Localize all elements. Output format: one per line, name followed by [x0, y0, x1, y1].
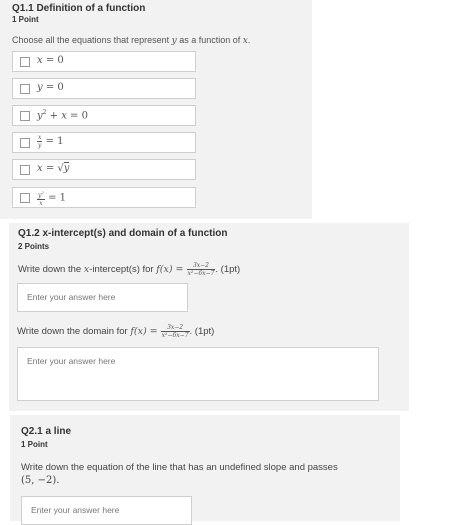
- option-x-equals-sqrt-y[interactable]: x = √y: [12, 159, 196, 180]
- function-expression: f(x) =: [156, 264, 187, 276]
- fraction-numerator: 3x−2: [186, 262, 216, 270]
- domain-answer-input[interactable]: Enter your answer here: [17, 347, 379, 401]
- x-intercept-answer-input[interactable]: Enter your answer here: [17, 283, 188, 312]
- option-y-squared-plus-x[interactable]: y2 + x = 0: [12, 105, 196, 126]
- checkbox[interactable]: [20, 111, 30, 121]
- option-label: x = 0: [37, 55, 64, 66]
- x-intercept-prompt: Write down the x-intercept(s) for f(x) =…: [18, 262, 240, 277]
- domain-prompt: Write down the domain for f(x) = 3x−2 x²−…: [17, 324, 214, 339]
- answer-placeholder: Enter your answer here: [27, 356, 116, 366]
- checkbox[interactable]: [20, 84, 30, 94]
- question-title: Q2.1 a line: [21, 426, 72, 437]
- checkbox[interactable]: [20, 57, 30, 67]
- option-y-squared-over-x[interactable]: y2 x = 1: [12, 187, 196, 208]
- line-prompt: Write down the equation of the line that…: [21, 462, 338, 473]
- question-title: Q1.1 Definition of a function: [12, 3, 146, 14]
- fraction-denominator: x²−6x−7: [187, 270, 215, 277]
- fraction-numerator: 3x−2: [160, 324, 190, 332]
- question-1-2-card: Q1.2 x-intercept(s) and domain of a func…: [9, 223, 409, 411]
- question-points: 1 Point: [21, 440, 48, 449]
- answer-placeholder: Enter your answer here: [27, 292, 116, 302]
- question-1-1-card: Q1.1 Definition of a function 1 Point Ch…: [0, 0, 312, 219]
- checkbox[interactable]: [20, 193, 30, 203]
- fraction-denominator: x²−6x−7: [161, 332, 189, 339]
- function-expression: f(x) =: [130, 326, 161, 338]
- points-label: . (1pt): [189, 326, 215, 338]
- prompt-text: .: [247, 35, 251, 45]
- option-x-equals-0[interactable]: x = 0: [12, 51, 196, 72]
- question-2-1-card: Q2.1 a line 1 Point Write down the equat…: [10, 415, 400, 525]
- answer-placeholder: Enter your answer here: [31, 505, 120, 515]
- question-title: Q1.2 x-intercept(s) and domain of a func…: [18, 228, 228, 239]
- question-points: 1 Point: [12, 15, 39, 24]
- option-y-equals-0[interactable]: y = 0: [12, 78, 196, 99]
- option-label: y2 + x = 0: [37, 109, 88, 122]
- option-label: x = √y: [37, 162, 70, 174]
- checkbox[interactable]: [20, 138, 30, 148]
- option-label: xy = 1: [37, 134, 64, 149]
- prompt-text: as a function of: [176, 35, 243, 45]
- question-points: 2 Points: [18, 242, 50, 251]
- prompt-text: Write down the: [18, 264, 84, 276]
- question-prompt: Choose all the equations that represent …: [12, 35, 250, 46]
- prompt-text: Write down the domain for: [17, 326, 131, 338]
- option-label: y = 0: [37, 82, 64, 93]
- prompt-text: -intercept(s) for: [89, 264, 157, 276]
- checkbox[interactable]: [20, 165, 30, 175]
- points-label: . (1pt): [215, 264, 241, 276]
- prompt-text: Choose all the equations that represent: [12, 35, 172, 45]
- option-label: y2 x = 1: [37, 190, 67, 207]
- point-coordinates: (5, −2).: [21, 475, 60, 486]
- option-x-over-y[interactable]: xy = 1: [12, 132, 196, 153]
